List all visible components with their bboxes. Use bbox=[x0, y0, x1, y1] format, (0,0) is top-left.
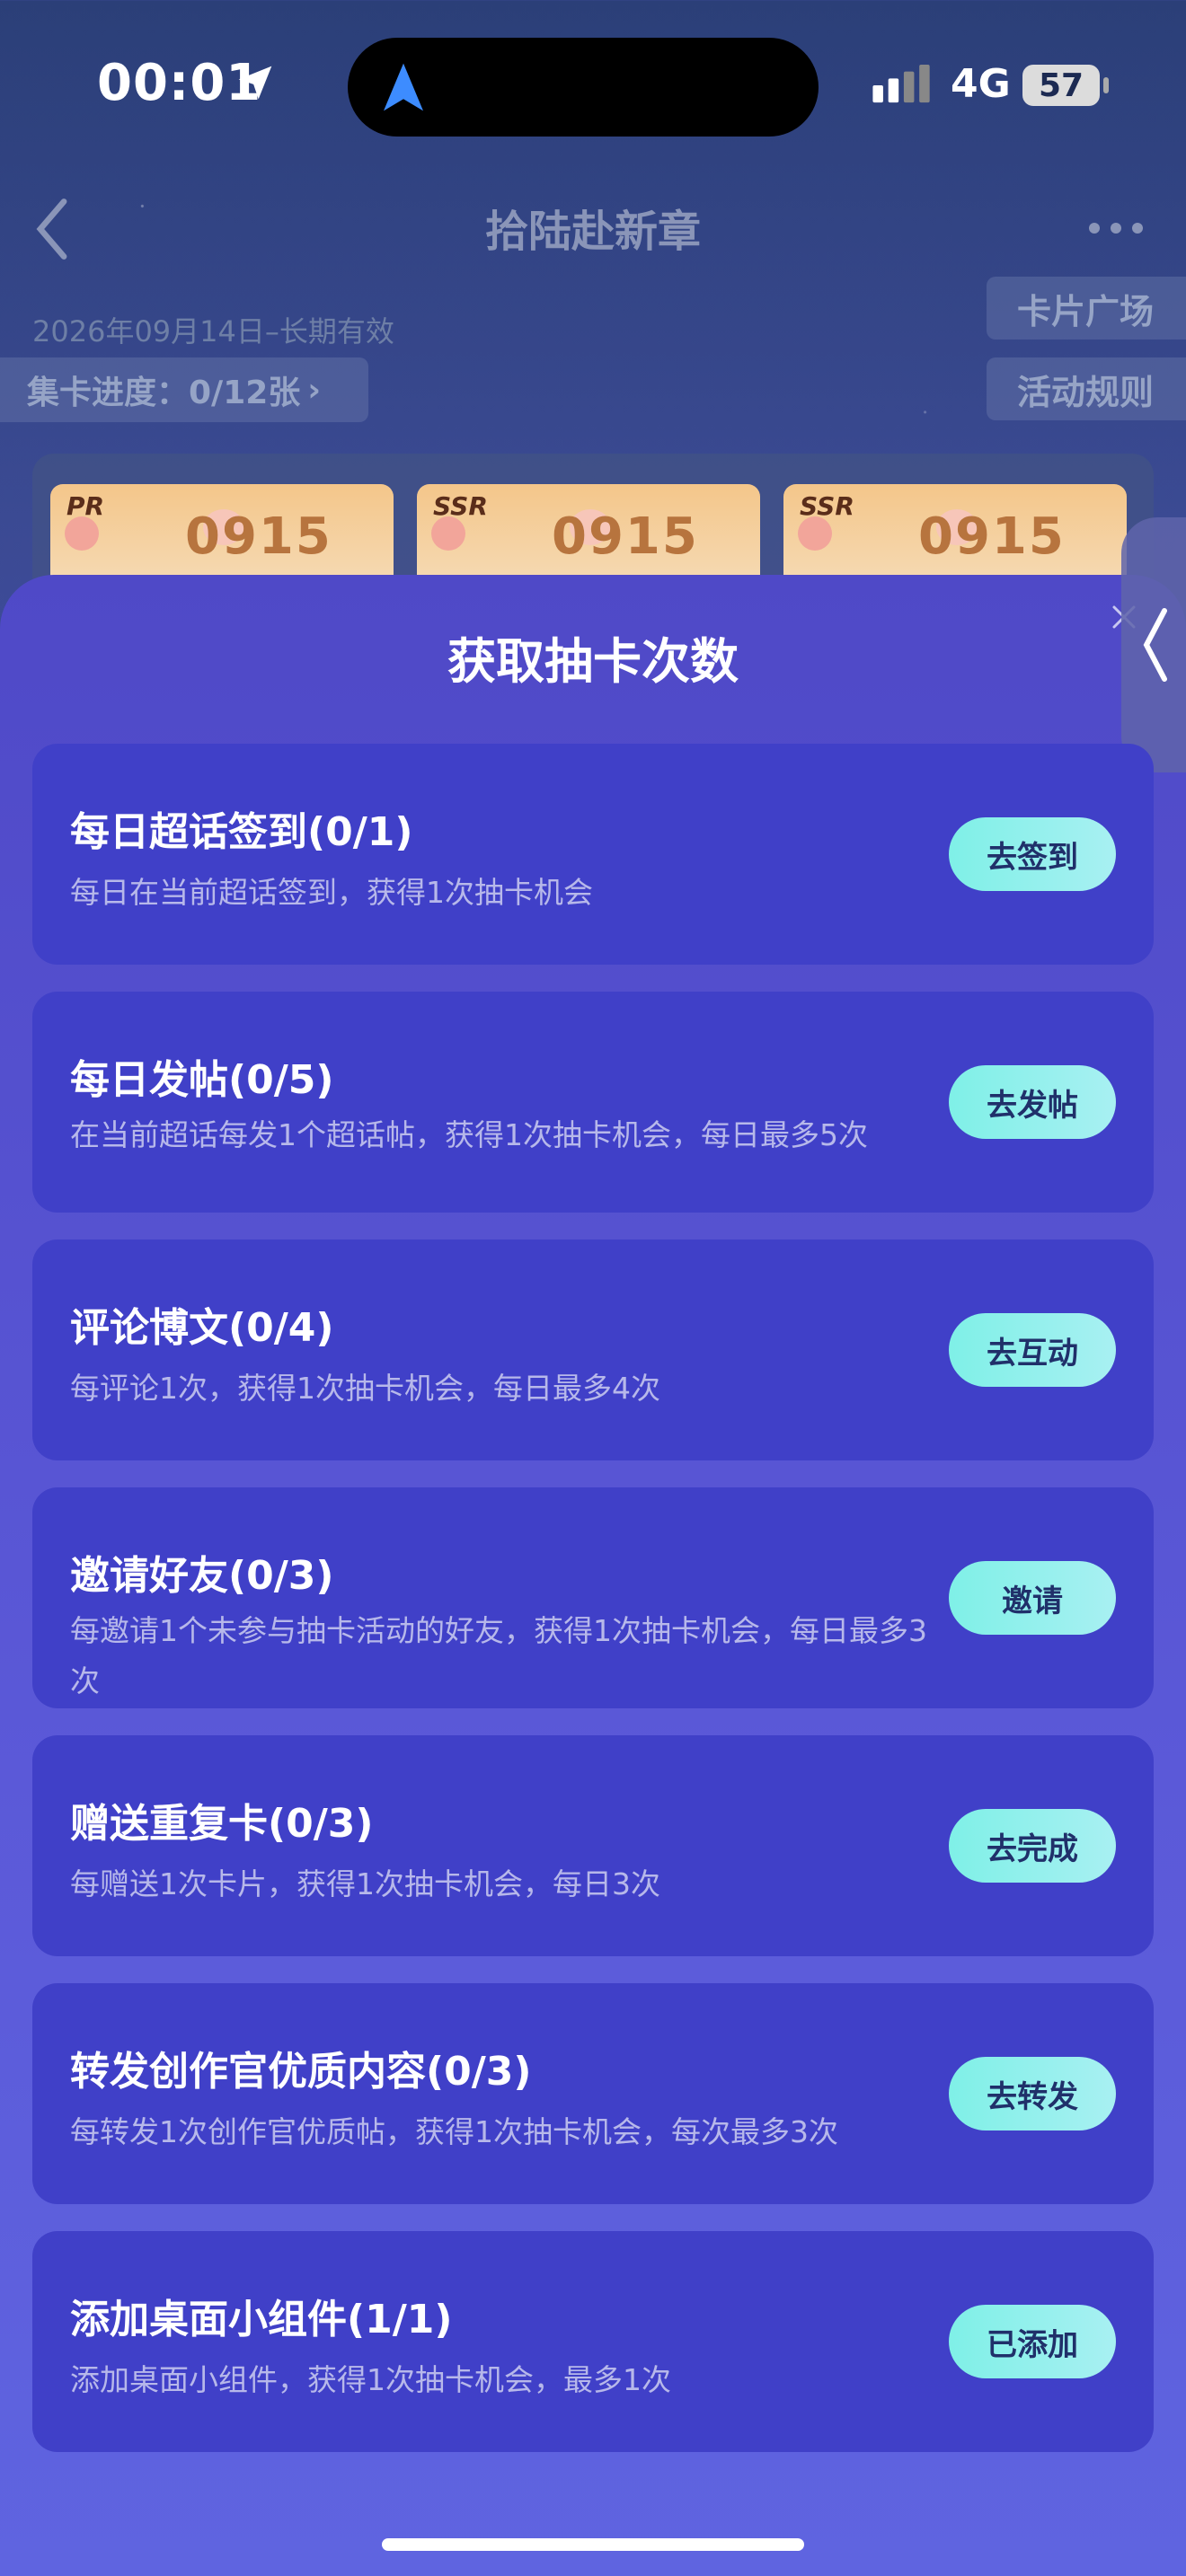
checkin-button[interactable]: 去签到 bbox=[949, 817, 1116, 891]
status-bar: 00:01 4G 57 bbox=[0, 0, 1186, 144]
task-desc: 每日在当前超话签到，获得1次抽卡机会 bbox=[70, 875, 593, 910]
network-type: 4G bbox=[951, 61, 1011, 107]
task-card: 每日发帖(0/5) 在当前超话每发1个超话帖，获得1次抽卡机会，每日最多5次 去… bbox=[32, 992, 1154, 1213]
complete-button[interactable]: 去完成 bbox=[949, 1809, 1116, 1883]
card-rarity: SSR bbox=[800, 491, 854, 521]
location-arrow-icon bbox=[238, 66, 272, 100]
task-card: 赠送重复卡(0/3) 每赠送1次卡片，获得1次抽卡机会，每日3次 去完成 bbox=[32, 1735, 1154, 1956]
task-name: 评论博文(0/4) bbox=[70, 1305, 334, 1351]
card-art-text: 0915 bbox=[918, 507, 1066, 566]
side-drawer-tab[interactable] bbox=[1121, 517, 1186, 772]
balloon-art bbox=[798, 516, 832, 551]
task-desc: 在当前超话每发1个超话帖，获得1次抽卡机会，每日最多5次 bbox=[70, 1117, 868, 1152]
post-button[interactable]: 去发帖 bbox=[949, 1065, 1116, 1139]
task-name: 赠送重复卡(0/3) bbox=[70, 1801, 374, 1847]
task-card: 添加桌面小组件(1/1) 添加桌面小组件，获得1次抽卡机会，最多1次 已添加 bbox=[32, 2231, 1154, 2452]
task-desc: 每评论1次，获得1次抽卡机会，每日最多4次 bbox=[70, 1371, 660, 1406]
invite-button[interactable]: 邀请 bbox=[949, 1561, 1116, 1635]
page-title: 拾陆赴新章 bbox=[484, 207, 701, 257]
activity-rules-button[interactable]: 活动规则 bbox=[986, 357, 1186, 420]
chevron-left-icon bbox=[1143, 608, 1167, 682]
collect-progress[interactable]: 集卡进度：0/12张 › bbox=[0, 357, 368, 422]
sheet-title: 获取抽卡次数 bbox=[447, 633, 739, 690]
chevron-right-icon: › bbox=[307, 371, 322, 409]
balloon-art bbox=[65, 516, 99, 551]
repost-button[interactable]: 去转发 bbox=[949, 2057, 1116, 2130]
dynamic-island bbox=[348, 38, 819, 137]
task-card: 转发创作官优质内容(0/3) 每转发1次创作官优质帖，获得1次抽卡机会，每次最多… bbox=[32, 1983, 1154, 2204]
card-rarity: PR bbox=[66, 491, 105, 521]
added-button[interactable]: 已添加 bbox=[949, 2305, 1116, 2378]
card-art-text: 0915 bbox=[552, 507, 699, 566]
home-indicator[interactable] bbox=[382, 2538, 804, 2551]
task-name: 添加桌面小组件(1/1) bbox=[70, 2297, 453, 2342]
battery-tip bbox=[1103, 77, 1109, 93]
task-desc: 添加桌面小组件，获得1次抽卡机会，最多1次 bbox=[70, 2362, 671, 2397]
navigation-arrow-icon bbox=[384, 63, 423, 111]
interact-button[interactable]: 去互动 bbox=[949, 1313, 1116, 1387]
signal-icon bbox=[872, 65, 930, 103]
task-name: 每日发帖(0/5) bbox=[70, 1057, 334, 1103]
card-plaza-button[interactable]: 卡片广场 bbox=[986, 277, 1186, 340]
task-desc: 每赠送1次卡片，获得1次抽卡机会，每日3次 bbox=[70, 1866, 660, 1901]
task-card: 每日超话签到(0/1) 每日在当前超话签到，获得1次抽卡机会 去签到 bbox=[32, 744, 1154, 965]
task-desc: 每转发1次创作官优质帖，获得1次抽卡机会，每次最多3次 bbox=[70, 2114, 838, 2149]
task-name: 邀请好友(0/3) bbox=[70, 1553, 334, 1599]
task-card: 评论博文(0/4) 每评论1次，获得1次抽卡机会，每日最多4次 去互动 bbox=[32, 1239, 1154, 1460]
task-desc: 每邀请1个未参与抽卡活动的好友，获得1次抽卡机会，每日最多3次 bbox=[70, 1613, 927, 1698]
balloon-art bbox=[431, 516, 465, 551]
card-art-text: 0915 bbox=[185, 507, 332, 566]
task-name: 转发创作官优质内容(0/3) bbox=[70, 2049, 532, 2095]
more-dots-icon[interactable] bbox=[1087, 221, 1145, 235]
date-range: 2026年09月14日–长期有效 bbox=[32, 314, 394, 348]
battery-level: 57 bbox=[1022, 65, 1100, 106]
task-name: 每日超话签到(0/1) bbox=[70, 809, 413, 855]
task-card: 邀请好友(0/3) 每邀请1个未参与抽卡活动的好友，获得1次抽卡机会，每日最多3… bbox=[32, 1487, 1154, 1708]
collect-progress-label: 集卡进度：0/12张 bbox=[27, 375, 301, 411]
card-rarity: SSR bbox=[433, 491, 488, 521]
